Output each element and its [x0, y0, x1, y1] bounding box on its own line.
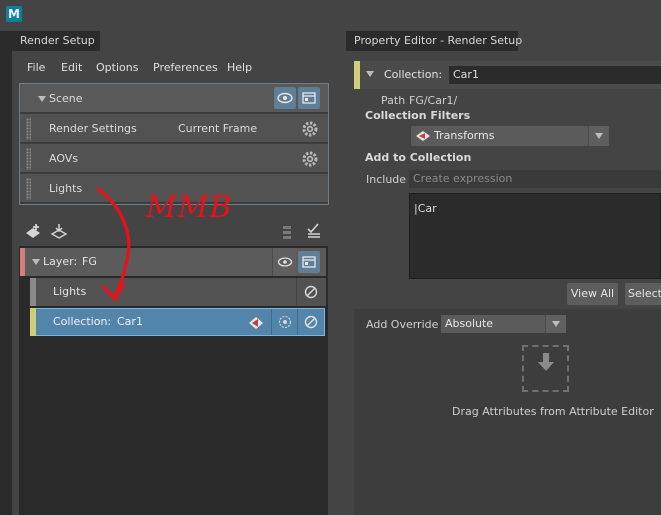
gear-icon[interactable] [300, 149, 320, 169]
view-all-button[interactable]: View All [567, 283, 618, 305]
collection-filter-dropdown[interactable]: Transforms [411, 126, 609, 146]
collection-row-selected[interactable]: Collection: Car1 [30, 308, 325, 336]
transforms-filter-icon [416, 131, 430, 141]
drag-handle-icon[interactable] [26, 118, 31, 140]
visibility-toggle[interactable] [272, 248, 296, 276]
layer-prefix-label: Layer: [43, 255, 78, 268]
current-frame-label: Current Frame [178, 122, 258, 135]
tabstrip-filler [100, 31, 338, 51]
render-settings-label: Render Settings [49, 122, 137, 135]
menu-file[interactable]: File [27, 60, 45, 76]
aovs-label: AOVs [49, 152, 79, 165]
visibility-toggle[interactable] [274, 87, 296, 109]
menu-help[interactable]: Help [227, 60, 252, 76]
collection-color-marker [354, 61, 360, 89]
aovs-row[interactable]: AOVs [20, 144, 328, 173]
transforms-filter-icon [249, 317, 263, 329]
mmb-annotation-text: MMB [146, 190, 233, 225]
collection-prefix-label: Collection: [53, 315, 112, 328]
collection-name-label: Car1 [117, 315, 143, 328]
clapper-icon [302, 256, 316, 268]
scene-label: Scene [49, 92, 83, 105]
collection-filters-title: Collection Filters [365, 109, 471, 122]
disable-toggle[interactable] [296, 278, 326, 306]
collection-name-field[interactable]: Car1 [449, 66, 661, 84]
import-icon[interactable] [50, 222, 70, 242]
disable-icon [304, 285, 318, 299]
render-layer-stack-icon[interactable] [278, 222, 298, 242]
maya-logo-icon: M [6, 6, 22, 22]
select-button[interactable]: Select [625, 283, 661, 305]
disable-icon [304, 315, 318, 329]
isolate-icon [278, 315, 292, 329]
chevron-down-icon [595, 133, 603, 139]
gear-icon[interactable] [300, 119, 320, 139]
chevron-down-icon [552, 321, 560, 327]
expand-arrow-icon[interactable] [32, 259, 40, 265]
include-expression-input[interactable]: Create expression [409, 170, 661, 188]
drop-arrow-icon [538, 353, 554, 371]
override-dropdown-button[interactable] [545, 315, 566, 333]
add-to-collection-title: Add to Collection [365, 151, 472, 164]
create-render-layer-icon[interactable] [24, 222, 44, 242]
lights-collection-label: Lights [53, 285, 87, 298]
collection-color-marker [30, 308, 36, 336]
override-type-dropdown[interactable]: Absolute [441, 315, 566, 333]
collection-color-marker [30, 278, 36, 306]
drag-handle-icon[interactable] [26, 178, 31, 200]
disable-toggle[interactable] [297, 309, 325, 335]
layer-color-marker [20, 248, 25, 276]
clapper-icon [302, 92, 316, 104]
menu-edit[interactable]: Edit [61, 60, 82, 76]
expression-text: |Car [414, 202, 437, 215]
title-bar [0, 0, 661, 31]
drag-handle-icon[interactable] [26, 148, 31, 170]
scene-header[interactable]: Scene [20, 84, 328, 113]
path-value: FG/Car1/ [409, 94, 458, 107]
override-value: Absolute [445, 317, 494, 330]
menu-preferences[interactable]: Preferences [153, 60, 218, 76]
expand-arrow-icon[interactable] [38, 96, 46, 102]
render-settings-row[interactable]: Render Settings Current Frame [20, 114, 328, 143]
path-label: Path [381, 94, 406, 107]
lights-label: Lights [49, 182, 83, 195]
renderable-toggle[interactable] [298, 87, 320, 109]
renderable-toggle[interactable] [298, 251, 320, 273]
checklist-icon[interactable] [304, 221, 324, 241]
panel-divider[interactable] [338, 31, 346, 515]
add-override-label: Add Override [366, 318, 439, 331]
filter-dropdown-button[interactable] [588, 126, 609, 146]
tab-render-setup[interactable]: Render Setup [12, 31, 100, 51]
expression-textarea[interactable]: |Car [409, 193, 661, 279]
drag-attributes-hint: Drag Attributes from Attribute Editor [452, 405, 654, 418]
include-label: Include [366, 173, 407, 186]
collection-header-label: Collection: [384, 68, 443, 81]
tab-property-editor[interactable]: Property Editor - Render Setup [346, 31, 522, 51]
tabstrip-filler [518, 31, 661, 51]
isolate-toggle[interactable] [271, 309, 297, 335]
filter-value: Transforms [434, 129, 495, 142]
attribute-drop-target[interactable] [522, 345, 569, 392]
collapse-arrow-icon[interactable] [366, 71, 374, 77]
eye-icon [277, 257, 293, 267]
eye-icon [277, 92, 293, 104]
menu-options[interactable]: Options [96, 60, 138, 76]
